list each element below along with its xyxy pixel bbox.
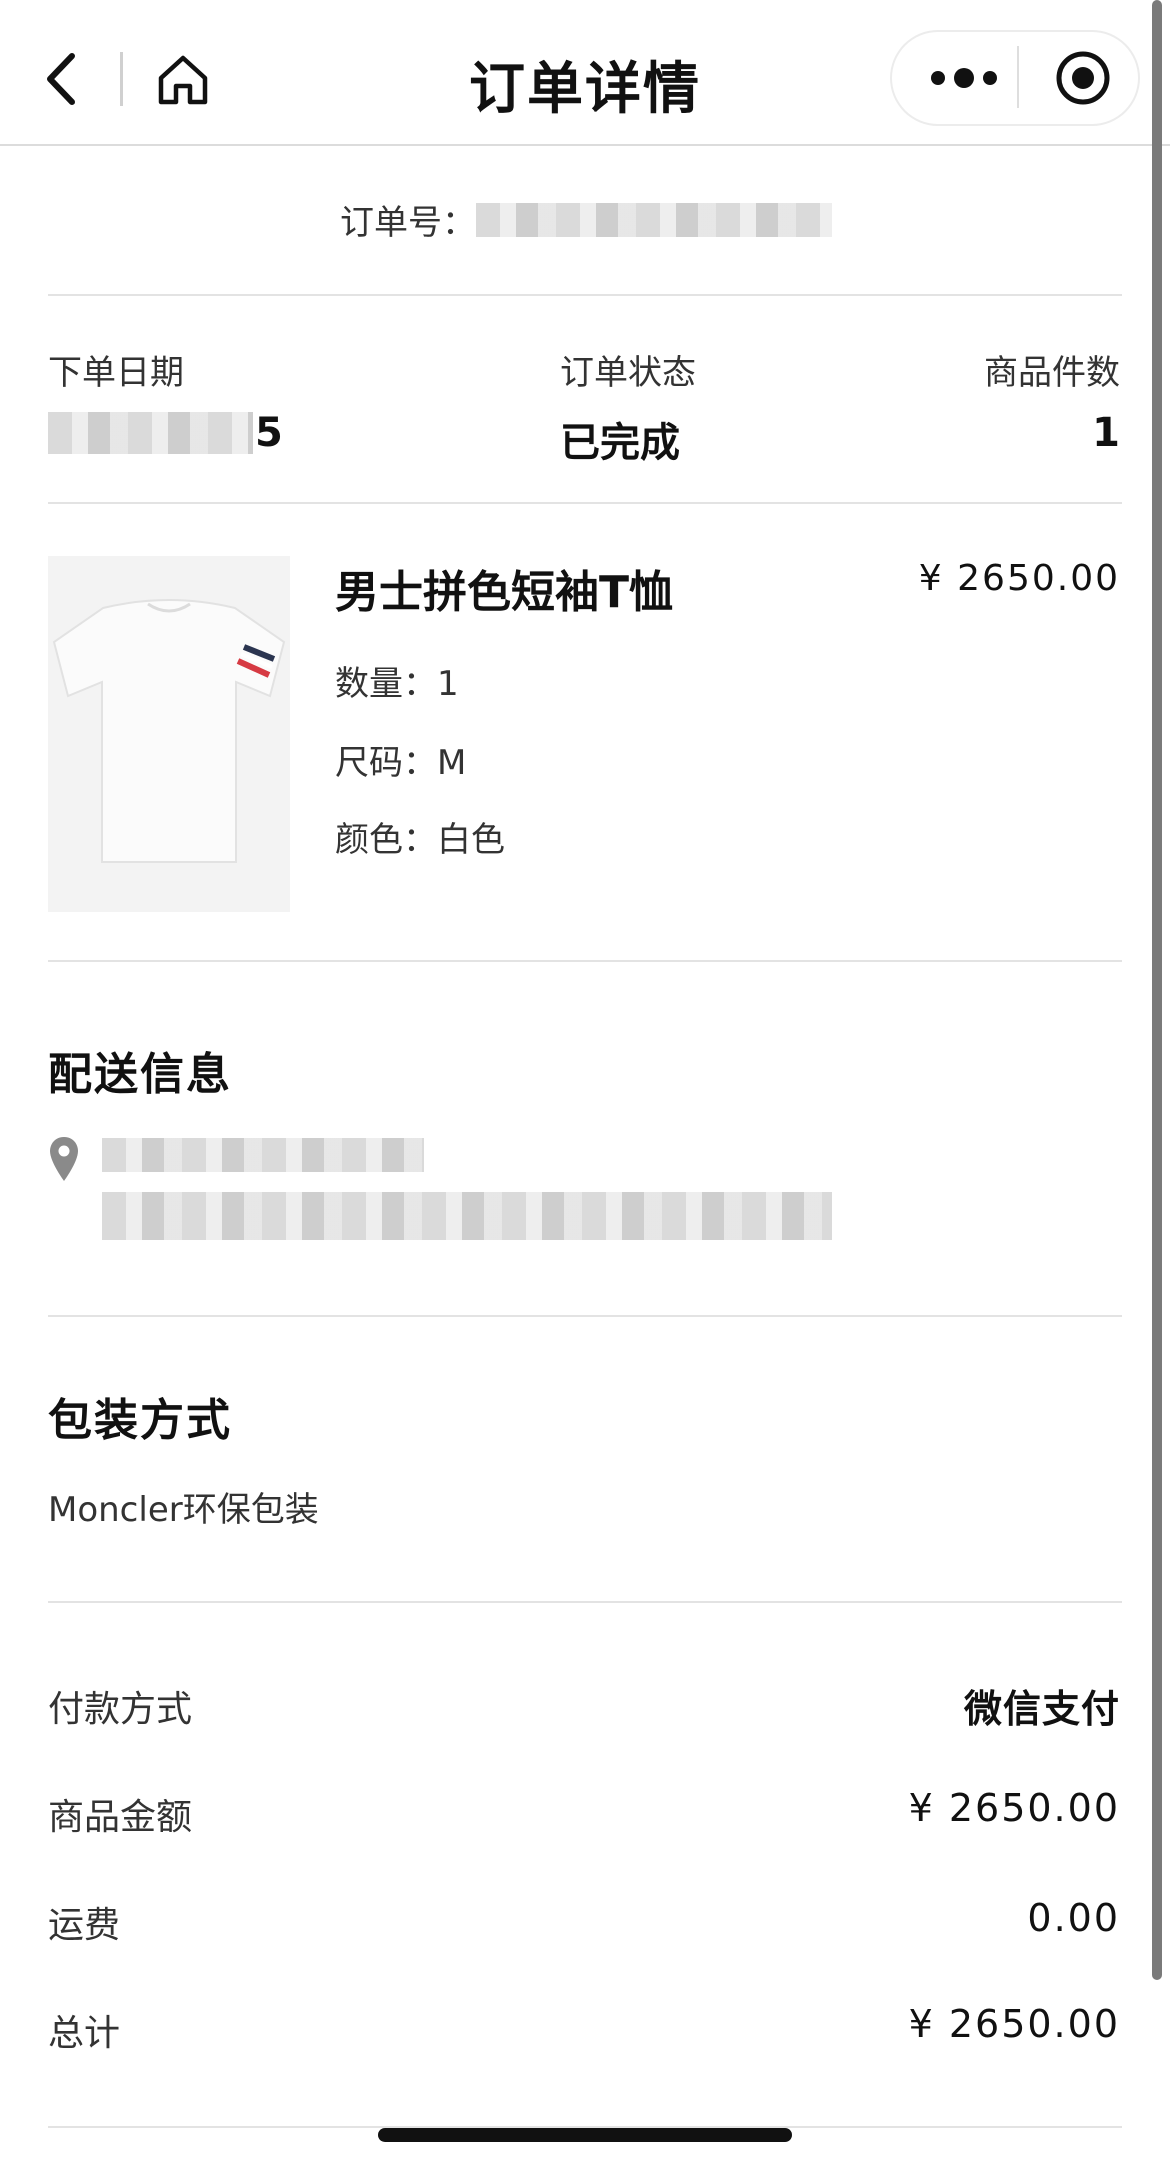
target-circle-icon[interactable]: [1055, 50, 1111, 106]
product-price: ¥ 2650.00: [918, 558, 1120, 599]
total-label: 总计: [48, 2013, 121, 2054]
order-date-label: 下单日期: [48, 353, 184, 393]
home-indicator[interactable]: [378, 2128, 792, 2142]
recipient-redacted: [102, 1138, 424, 1172]
item-count-label: 商品件数: [984, 353, 1120, 393]
product-color: 颜色：白色: [335, 820, 505, 860]
mini-program-capsule: [890, 30, 1140, 126]
navigation-bar: 订单详情: [0, 0, 1170, 146]
more-dots-icon[interactable]: [924, 58, 1004, 98]
divider: [48, 1601, 1122, 1603]
location-pin-icon: [50, 1137, 78, 1181]
subtotal-value: ¥ 2650.00: [908, 1786, 1120, 1830]
scrollbar[interactable]: [1152, 0, 1162, 1980]
capsule-divider: [1017, 46, 1019, 108]
order-number-redacted: [476, 203, 832, 237]
product-name: 男士拼色短袖T恤: [335, 567, 674, 618]
order-date-value: 5: [255, 410, 283, 456]
payment-method-label: 付款方式: [48, 1689, 193, 1730]
product-image[interactable]: [48, 556, 290, 912]
tshirt-image: [48, 556, 290, 912]
subtotal-label: 商品金额: [48, 1797, 193, 1838]
divider: [48, 1315, 1122, 1317]
divider: [48, 294, 1122, 296]
order-status-value: 已完成: [560, 420, 680, 466]
address-redacted: [102, 1192, 832, 1240]
order-date-redacted: [48, 412, 253, 454]
item-count-value: 1: [1092, 410, 1120, 456]
payment-method-value: 微信支付: [963, 1687, 1120, 1731]
packaging-section-title: 包装方式: [48, 1395, 232, 1446]
product-quantity: 数量：1: [335, 664, 459, 704]
shipping-fee-value: 0.00: [1027, 1896, 1120, 1940]
product-size: 尺码：M: [335, 743, 467, 783]
total-value: ¥ 2650.00: [908, 2002, 1120, 2046]
shipping-fee-label: 运费: [48, 1905, 121, 1946]
shipping-section-title: 配送信息: [48, 1049, 232, 1100]
divider: [48, 960, 1122, 962]
divider: [48, 502, 1122, 504]
order-number-label: 订单号：: [340, 203, 476, 243]
packaging-value: Moncler环保包装: [48, 1490, 319, 1530]
order-status-label: 订单状态: [560, 353, 696, 393]
